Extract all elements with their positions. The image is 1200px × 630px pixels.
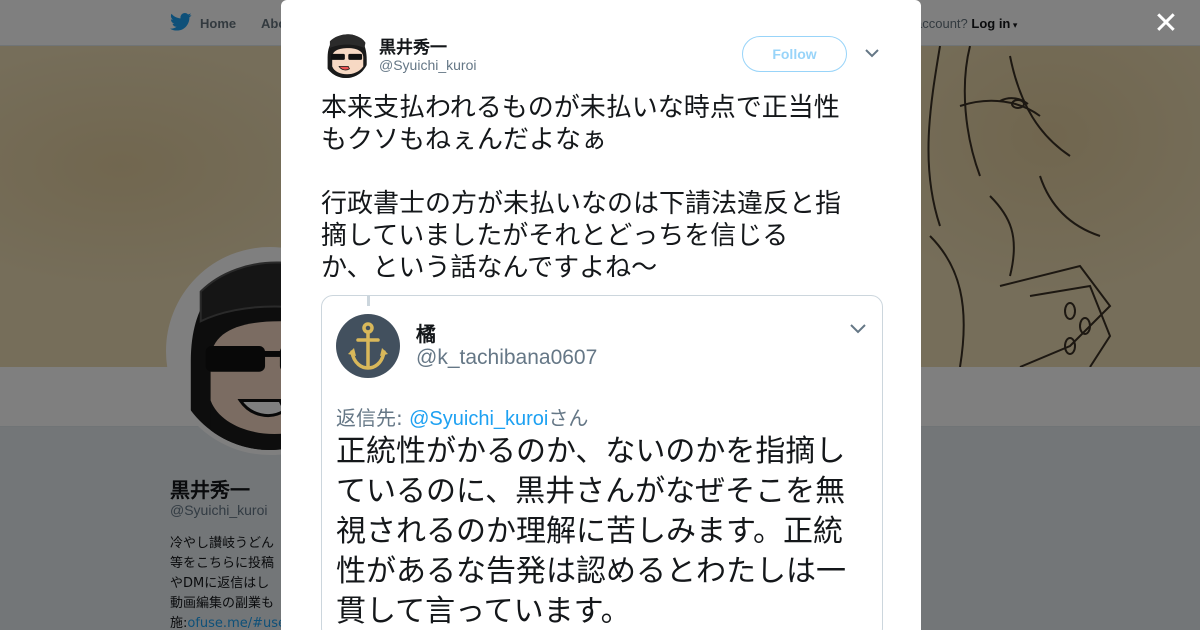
chevron-down-icon[interactable] (848, 318, 868, 338)
chevron-down-icon[interactable] (863, 44, 881, 62)
reply-context: 返信先: @Syuichi_kuroiさん (336, 402, 588, 431)
quoted-tweet-text: 正統性がかるのか、ないのかを指摘し ているのに、黒井さんがなぜそこを無 視される… (336, 432, 876, 630)
follow-button[interactable]: Follow (742, 36, 847, 72)
quoted-author-handle[interactable]: @k_tachibana0607 (416, 346, 597, 370)
tweet-text-line: 行政書士の方が未払いなのは下請法違反と指 (321, 189, 842, 219)
anchor-icon (336, 314, 400, 378)
tweet-text-line: 本来支払われるものが未払いな時点で正当性 (321, 93, 840, 123)
tweet-author-handle[interactable]: @Syuichi_kuroi (379, 57, 476, 73)
close-icon[interactable]: ✕ (1152, 9, 1180, 39)
tweet-author-avatar[interactable] (323, 32, 369, 78)
quoted-text-line: 正統性がかるのか、ないのかを指摘し (336, 434, 846, 469)
reply-suffix: さん (548, 406, 589, 430)
tweet-author-name[interactable]: 黒井秀一 (379, 33, 447, 58)
tweet-modal: 黒井秀一 @Syuichi_kuroi Follow 本来支払われるものが未払い… (281, 0, 921, 630)
avatar-illustration (323, 32, 369, 78)
tweet-text-line: か、という話なんですよね〜 (321, 253, 658, 283)
reply-prefix: 返信先: (336, 406, 410, 430)
tweet-text-line: 摘していましたがそれとどっちを信じる (321, 221, 789, 251)
reply-mention-link[interactable]: @Syuichi_kuroi (409, 408, 548, 430)
quoted-tweet-card[interactable]: 橘 @k_tachibana0607 返信先: @Syuichi_kuroiさん… (321, 295, 883, 630)
tweet-text: 本来支払われるものが未払いな時点で正当性 もクソもねぇんだよなぁ 行政書士の方が… (321, 92, 887, 284)
quoted-text-line: 貫して言っています。 (336, 594, 631, 629)
quoted-text-line: ているのに、黒井さんがなぜそこを無 (336, 474, 846, 509)
tweet-text-line: もクソもねぇんだよなぁ (321, 125, 608, 155)
quoted-text-line: 性があるな告発は認めるとわたしは一 (336, 554, 846, 589)
quoted-author-avatar[interactable] (336, 314, 400, 378)
quoted-text-line: 視されるのか理解に苦しみます。正統 (336, 514, 843, 549)
quoted-author-name[interactable]: 橘 (416, 318, 436, 347)
